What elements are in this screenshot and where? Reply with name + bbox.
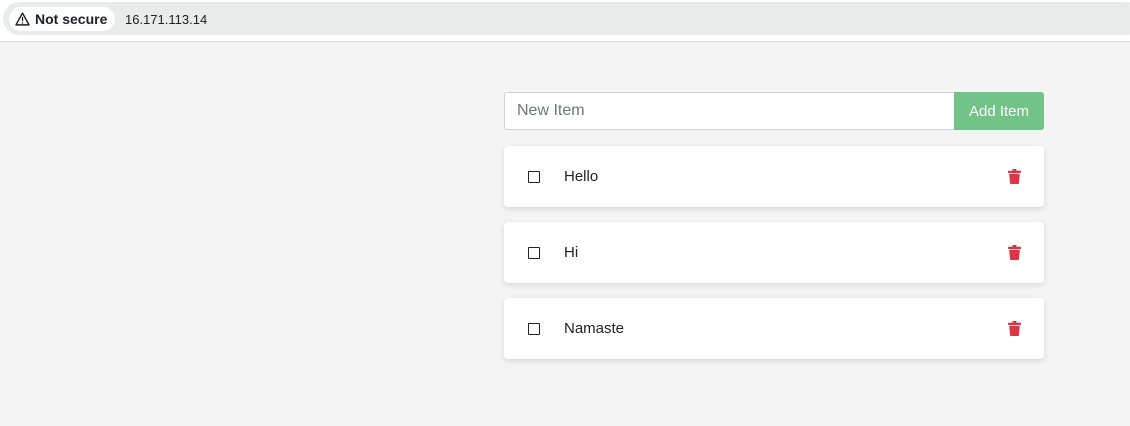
url-text[interactable]: 16.171.113.14 [125,12,207,27]
add-item-button[interactable]: Add Item [954,92,1044,130]
checkbox-icon[interactable] [528,170,540,183]
todo-item: Hi [504,222,1044,283]
trash-icon [1007,169,1021,184]
todo-app: Add Item Hello Hi [504,92,1044,374]
add-item-form: Add Item [504,92,1044,130]
browser-toolbar: Not secure 16.171.113.14 [0,0,1130,42]
delete-button[interactable] [1006,168,1022,186]
delete-button[interactable] [1006,320,1022,338]
new-item-input[interactable] [504,92,954,130]
checkbox-icon[interactable] [528,246,540,259]
trash-icon [1007,245,1021,260]
security-label: Not secure [35,11,108,27]
address-bar[interactable]: Not secure 16.171.113.14 [3,2,1130,35]
todo-item-text: Hello [564,168,599,185]
todo-item: Namaste [504,298,1044,359]
todo-item-text: Hi [564,244,579,261]
delete-button[interactable] [1006,244,1022,262]
warning-triangle-icon [15,12,30,26]
checkbox-icon[interactable] [528,322,540,335]
security-indicator[interactable]: Not secure [9,7,116,31]
todo-item-text: Namaste [564,320,625,337]
trash-icon [1007,321,1021,336]
todo-item: Hello [504,146,1044,207]
todo-list: Hello Hi Namaste [504,146,1044,359]
